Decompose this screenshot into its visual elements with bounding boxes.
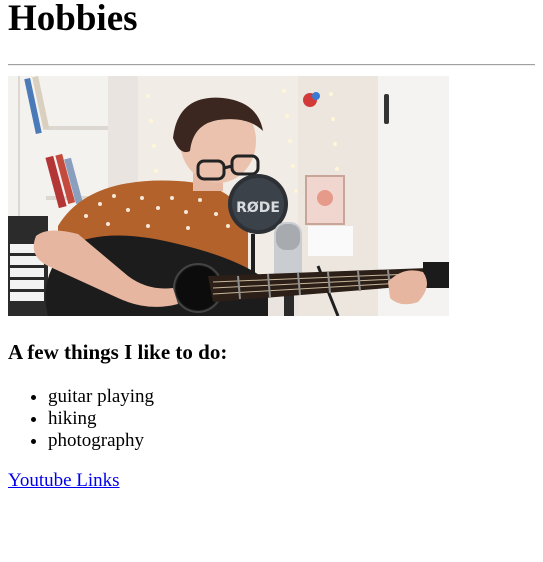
guitar-player-image: RØDE: [8, 76, 449, 316]
svg-text:RØDE: RØDE: [236, 200, 280, 216]
youtube-links-link[interactable]: Youtube Links: [8, 470, 120, 492]
horizontal-divider: [8, 64, 535, 66]
hobby-list: guitar playing hiking photography: [8, 386, 535, 452]
page-content: Hobbies RØDE A few things I like to do: …: [0, 0, 543, 492]
section-heading: A few things I like to do:: [8, 340, 228, 364]
page-title: Hobbies: [8, 0, 138, 39]
hobby-photo: RØDE: [8, 76, 449, 316]
list-item: guitar playing: [48, 386, 535, 408]
list-item: photography: [48, 430, 535, 452]
list-item: hiking: [48, 408, 535, 430]
